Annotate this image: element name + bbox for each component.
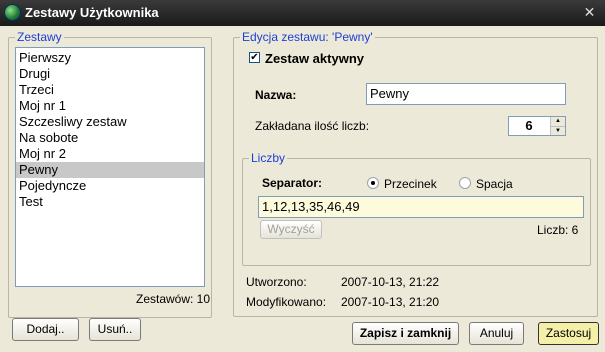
sets-list[interactable]: Pierwszy Drugi Trzeci Moj nr 1 Szczesliw… bbox=[15, 47, 205, 287]
remove-set-button[interactable]: Usuń.. bbox=[89, 318, 141, 341]
sets-legend: Zestawy bbox=[15, 30, 64, 44]
count-value[interactable]: 6 bbox=[509, 117, 549, 135]
apply-button[interactable]: Zastosuj bbox=[538, 322, 599, 345]
close-icon[interactable]: ✕ bbox=[582, 5, 597, 20]
count-stepper[interactable]: 6 ▲ ▼ bbox=[508, 116, 566, 136]
numbers-input[interactable]: 1,12,13,35,46,49 bbox=[258, 196, 584, 218]
list-item[interactable]: Na sobote bbox=[16, 130, 204, 146]
comma-label: Przecinek bbox=[384, 177, 437, 191]
separator-label: Separator: bbox=[262, 176, 323, 190]
modified-label: Modyfikowano: bbox=[246, 295, 327, 309]
count-label: Zakładana ilość liczb: bbox=[255, 119, 370, 133]
numbers-count: Liczb: 6 bbox=[537, 223, 579, 237]
numbers-legend: Liczby bbox=[249, 151, 288, 165]
window: Zestawy Użytkownika ✕ Zestawy Pierwszy D… bbox=[0, 0, 605, 352]
space-radio[interactable] bbox=[459, 177, 471, 189]
list-item[interactable]: Moj nr 2 bbox=[16, 146, 204, 162]
spin-down-icon[interactable]: ▼ bbox=[550, 126, 565, 135]
active-checkbox[interactable]: ✔ bbox=[249, 52, 260, 63]
space-label: Spacja bbox=[476, 177, 513, 191]
list-item-selected[interactable]: Pewny bbox=[16, 162, 204, 178]
list-item[interactable]: Drugi bbox=[16, 66, 204, 82]
list-item[interactable]: Szczesliwy zestaw bbox=[16, 114, 204, 130]
list-item[interactable]: Moj nr 1 bbox=[16, 98, 204, 114]
list-item[interactable]: Pierwszy bbox=[16, 50, 204, 66]
add-set-button[interactable]: Dodaj.. bbox=[12, 318, 79, 341]
active-label: Zestaw aktywny bbox=[265, 51, 364, 66]
comma-radio[interactable] bbox=[367, 177, 379, 189]
app-globe-icon bbox=[4, 4, 21, 21]
list-item[interactable]: Test bbox=[16, 194, 204, 210]
created-value: 2007-10-13, 21:22 bbox=[341, 275, 440, 289]
created-label: Utworzono: bbox=[246, 275, 307, 289]
window-title: Zestawy Użytkownika bbox=[25, 5, 159, 20]
titlebar: Zestawy Użytkownika ✕ bbox=[0, 0, 605, 26]
list-item[interactable]: Trzeci bbox=[16, 82, 204, 98]
cancel-button[interactable]: Anuluj bbox=[469, 322, 524, 345]
save-close-button[interactable]: Zapisz i zamknij bbox=[352, 322, 459, 345]
modified-value: 2007-10-13, 21:20 bbox=[341, 295, 440, 309]
spin-up-icon[interactable]: ▲ bbox=[550, 117, 565, 126]
name-label: Nazwa: bbox=[255, 88, 297, 102]
sets-count: Zestawów: 10 bbox=[136, 292, 211, 306]
name-input[interactable]: Pewny bbox=[366, 83, 566, 105]
clear-button[interactable]: Wyczyść bbox=[260, 220, 322, 239]
list-item[interactable]: Pojedyncze bbox=[16, 178, 204, 194]
edit-set-legend: Edycja zestawu: 'Pewny' bbox=[240, 30, 375, 44]
